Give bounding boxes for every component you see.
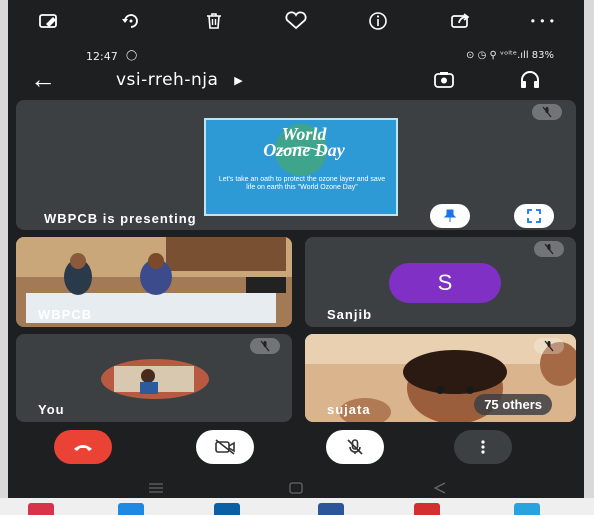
viewer-toolbar: • • •: [8, 0, 584, 42]
status-time: 12:47: [86, 50, 118, 63]
back-icon[interactable]: [430, 481, 450, 495]
photos-icon[interactable]: [514, 503, 540, 515]
tile-label-wbpcb: WBPCB: [38, 307, 93, 322]
gift-icon[interactable]: [28, 503, 54, 515]
slide-text: Let's take an oath to protect the ozone …: [218, 176, 386, 191]
participant-tile-wbpcb[interactable]: WBPCB: [16, 237, 292, 327]
info-icon[interactable]: [361, 7, 395, 35]
heart-icon[interactable]: [279, 7, 313, 35]
home-icon[interactable]: [286, 481, 306, 495]
mic-off-icon: [534, 241, 564, 257]
meeting-header: ← vsi-rreh-nja ▶: [8, 64, 584, 98]
participant-tile-you[interactable]: You: [16, 334, 292, 422]
slide-title: World Ozone Day: [263, 124, 345, 160]
camera-off-icon: [215, 439, 235, 455]
participant-tile-sujata[interactable]: sujata 75 others: [305, 334, 576, 422]
mail-icon[interactable]: [118, 503, 144, 515]
tile-label-you: You: [38, 402, 65, 417]
fullscreen-icon: [527, 209, 541, 223]
more-icon[interactable]: • • •: [526, 7, 560, 35]
recents-icon[interactable]: [146, 482, 166, 494]
pdf-icon[interactable]: [414, 503, 440, 515]
more-options-button[interactable]: [454, 430, 512, 464]
meeting-code-text: vsi-rreh-nja: [116, 70, 219, 90]
presentation-tile[interactable]: World Ozone Day Let's take an oath to pr…: [16, 100, 576, 230]
others-count-badge[interactable]: 75 others: [474, 394, 552, 415]
mic-off-icon: [347, 439, 363, 455]
android-nav-bar: [8, 478, 584, 498]
mic-off-icon: [250, 338, 280, 354]
switch-camera-icon[interactable]: [432, 70, 456, 90]
pin-icon: [443, 209, 457, 222]
participant-tile-sanjib[interactable]: S Sanjib: [305, 237, 576, 327]
caret-right-icon: ▶: [234, 73, 244, 87]
meeting-code[interactable]: vsi-rreh-nja ▶: [116, 70, 243, 90]
cast-icon: ◯: [126, 50, 138, 61]
mic-toggle-button[interactable]: [326, 430, 384, 464]
avatar-sanjib: S: [389, 263, 501, 303]
browser-icon[interactable]: [214, 503, 240, 515]
presentation-slide: World Ozone Day Let's take an oath to pr…: [204, 118, 398, 216]
desktop-taskbar: [0, 498, 594, 515]
avatar-you: [101, 359, 209, 399]
mic-off-icon: [532, 104, 562, 120]
presenter-label: WBPCB is presenting: [44, 211, 197, 226]
tile-label-sanjib: Sanjib: [327, 307, 373, 322]
rotate-icon[interactable]: [114, 7, 148, 35]
back-arrow-icon[interactable]: ←: [30, 66, 56, 92]
app-frame: • • • 12:47 ◯ ⊙ ◷ ⚲ ᵛᵒˡᵗᵉ.ıll 83% ← vsi-…: [8, 0, 584, 498]
tile-label-sujata: sujata: [327, 402, 371, 417]
more-label: • • •: [530, 14, 555, 28]
camera-toggle-button[interactable]: [196, 430, 254, 464]
edit-icon[interactable]: [32, 7, 66, 35]
fullscreen-button[interactable]: [514, 204, 554, 228]
more-vert-icon: [481, 440, 485, 454]
hang-up-icon: [74, 445, 92, 451]
mic-off-icon: [534, 338, 564, 354]
word-icon[interactable]: [318, 503, 344, 515]
headphones-icon[interactable]: [518, 70, 542, 90]
call-controls: [8, 430, 584, 468]
end-call-button[interactable]: [54, 430, 112, 464]
trash-icon[interactable]: [197, 7, 231, 35]
share-icon[interactable]: [444, 7, 478, 35]
pin-button[interactable]: [430, 204, 470, 228]
status-indicators: ⊙ ◷ ⚲ ᵛᵒˡᵗᵉ.ıll 83%: [466, 50, 554, 61]
